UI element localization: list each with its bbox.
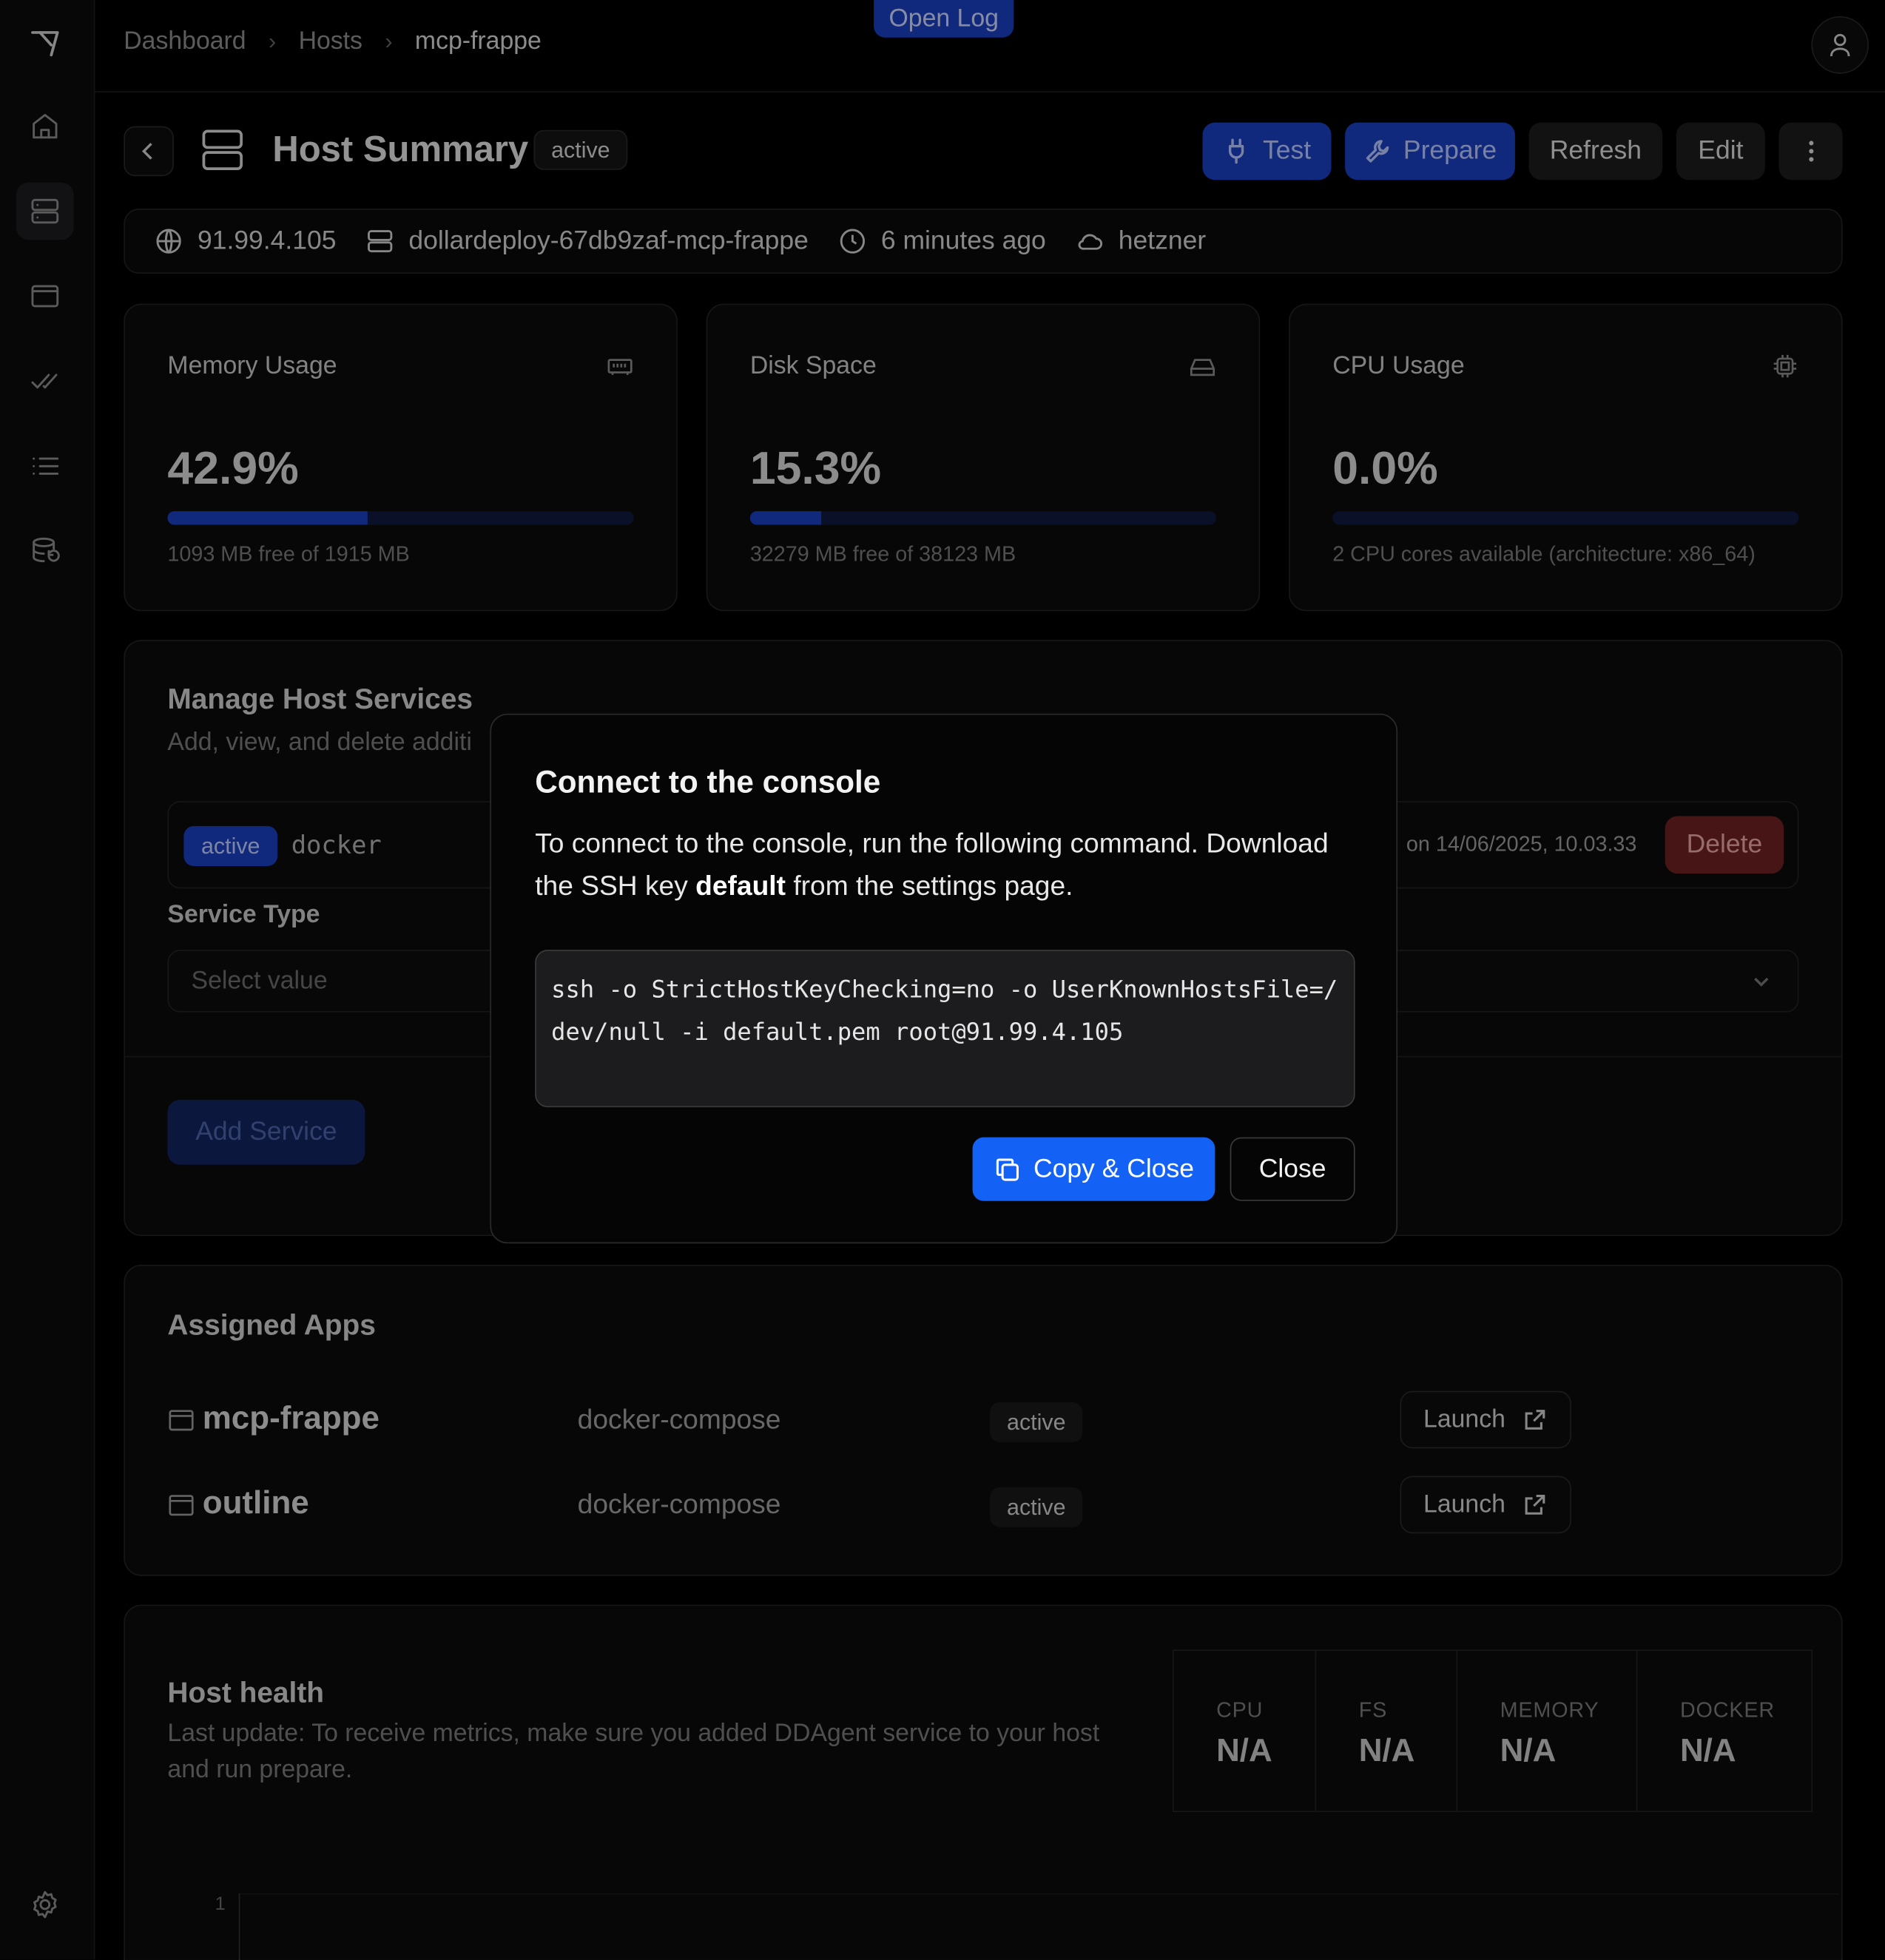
ssh-command-box[interactable]: ssh -o StrictHostKeyChecking=no -o UserK… [535,950,1355,1108]
desc-text: from the settings page. [786,870,1073,902]
copy-icon [996,1158,1019,1180]
ssh-key-name: default [695,870,786,902]
copy-close-button[interactable]: Copy & Close [972,1137,1215,1201]
copy-close-label: Copy & Close [1033,1154,1194,1183]
console-dialog: Connect to the console To connect to the… [490,713,1398,1244]
app-root: Dashboard › Hosts › mcp-frappe Open Log … [0,0,1885,1960]
close-button[interactable]: Close [1230,1137,1355,1201]
dialog-description: To connect to the console, run the follo… [535,822,1360,908]
dialog-title: Connect to the console [535,765,881,800]
